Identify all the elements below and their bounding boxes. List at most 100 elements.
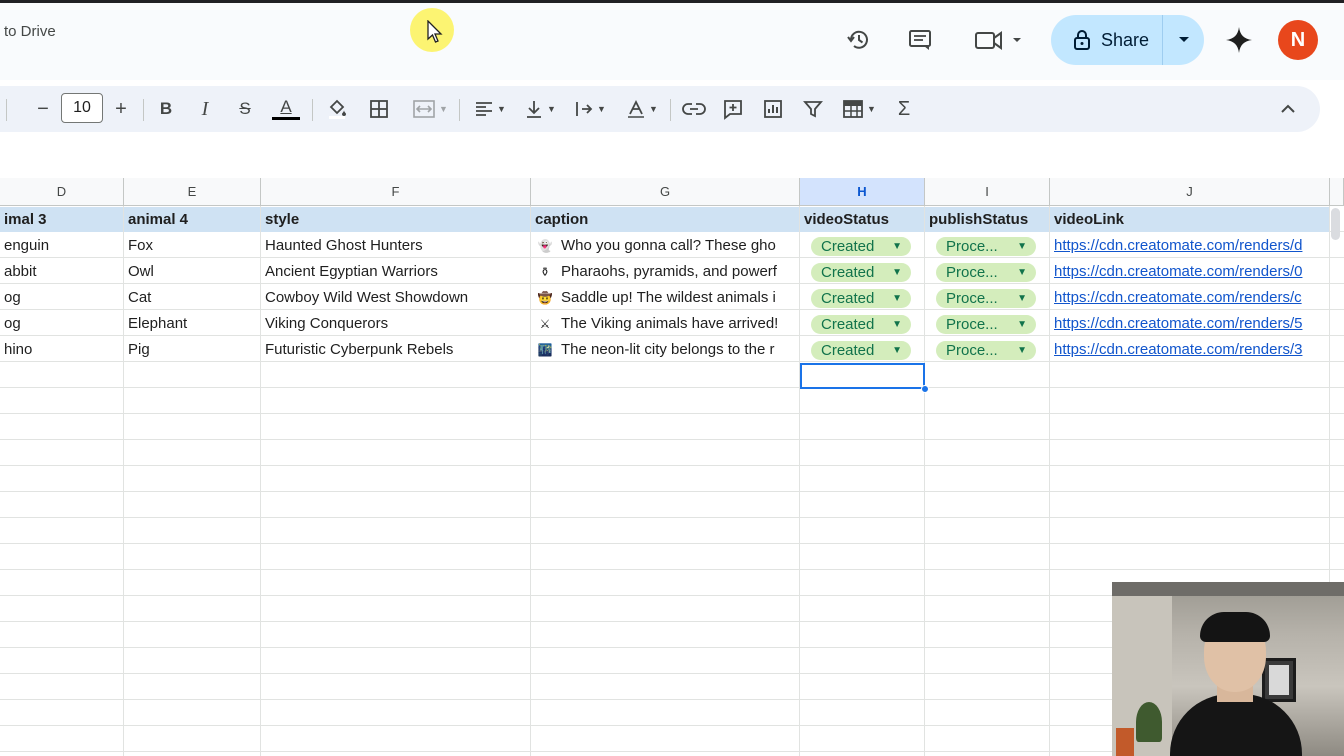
- chip-label: Created: [821, 264, 875, 281]
- header-cell-animal3[interactable]: imal 3: [0, 207, 123, 233]
- cell-animal4[interactable]: Owl: [124, 259, 260, 285]
- cell-animal3[interactable]: og: [0, 311, 123, 337]
- chip-label: Proce...: [946, 264, 998, 281]
- chip-label: Proce...: [946, 290, 998, 307]
- insert-comment-icon[interactable]: [722, 97, 744, 121]
- column-header-j[interactable]: J: [1050, 178, 1330, 206]
- publish-status-chip[interactable]: Proce... ▼: [936, 237, 1036, 256]
- webcam-picture-frame: [1262, 658, 1296, 702]
- cell-animal3[interactable]: abbit: [0, 259, 123, 285]
- chevron-down-icon: ▼: [892, 267, 902, 278]
- vertical-scrollbar-thumb[interactable]: [1331, 208, 1340, 240]
- header-cell-style[interactable]: style: [261, 207, 530, 233]
- video-link[interactable]: https://cdn.creatomate.com/renders/0: [1050, 259, 1329, 285]
- cell-caption[interactable]: 🤠 Saddle up! The wildest animals i: [531, 285, 799, 311]
- chevron-down-icon: ▼: [497, 104, 506, 114]
- publish-status-chip[interactable]: Proce... ▼: [936, 315, 1036, 334]
- insert-chart-icon[interactable]: [762, 97, 784, 121]
- column-header-i[interactable]: I: [925, 178, 1050, 206]
- cell-caption[interactable]: ⚔ The Viking animals have arrived!: [531, 311, 799, 337]
- column-gridline: [924, 206, 925, 756]
- column-header-f[interactable]: F: [261, 178, 531, 206]
- cell-animal4[interactable]: Fox: [124, 233, 260, 259]
- cell-animal4[interactable]: Pig: [124, 337, 260, 363]
- publish-status-chip[interactable]: Proce... ▼: [936, 289, 1036, 308]
- publish-status-chip[interactable]: Proce... ▼: [936, 263, 1036, 282]
- cell-style[interactable]: Viking Conquerors: [261, 311, 530, 337]
- increase-font-size-button[interactable]: +: [112, 97, 130, 121]
- video-link[interactable]: https://cdn.creatomate.com/renders/3: [1050, 337, 1329, 363]
- format-toolbar: − 10 + B I S A ▼ ▼ ▼ ▼ ▼ ▼ Σ: [0, 86, 1320, 132]
- cell-caption[interactable]: 👻 Who you gonna call? These gho: [531, 233, 799, 259]
- cell-caption[interactable]: 🌃 The neon-lit city belongs to the r: [531, 337, 799, 363]
- italic-button[interactable]: I: [196, 97, 214, 121]
- avatar[interactable]: N: [1278, 20, 1318, 60]
- functions-button[interactable]: Σ: [894, 97, 914, 121]
- gemini-icon[interactable]: [1225, 26, 1253, 54]
- cell-style[interactable]: Haunted Ghost Hunters: [261, 233, 530, 259]
- column-header-g[interactable]: G: [531, 178, 800, 206]
- table-view-icon[interactable]: ▼: [838, 97, 880, 121]
- fill-handle[interactable]: [921, 385, 929, 393]
- horizontal-align-icon[interactable]: ▼: [470, 97, 510, 121]
- text-wrapping-icon[interactable]: ▼: [570, 97, 610, 121]
- doc-save-status[interactable]: to Drive: [4, 23, 56, 40]
- video-status-chip[interactable]: Created ▼: [811, 263, 911, 282]
- chip-label: Proce...: [946, 238, 998, 255]
- column-header-d[interactable]: D: [0, 178, 124, 206]
- video-link[interactable]: https://cdn.creatomate.com/renders/d: [1050, 233, 1329, 259]
- chevron-down-icon: ▼: [439, 104, 448, 114]
- cell-animal3[interactable]: og: [0, 285, 123, 311]
- header-cell-videolink[interactable]: videoLink: [1050, 207, 1329, 233]
- share-options-button[interactable]: [1163, 15, 1204, 65]
- video-status-chip[interactable]: Created ▼: [811, 289, 911, 308]
- chip-label: Created: [821, 316, 875, 333]
- toolbar-divider: [670, 99, 671, 121]
- chevron-down-icon: ▼: [1017, 267, 1027, 278]
- cell-style[interactable]: Cowboy Wild West Showdown: [261, 285, 530, 311]
- active-cell-selection[interactable]: [800, 363, 925, 389]
- chevron-down-icon: ▼: [892, 241, 902, 252]
- video-link[interactable]: https://cdn.creatomate.com/renders/c: [1050, 285, 1329, 311]
- header-cell-caption[interactable]: caption: [531, 207, 799, 233]
- header-cell-animal4[interactable]: animal 4: [124, 207, 260, 233]
- cell-animal4[interactable]: Cat: [124, 285, 260, 311]
- filter-icon[interactable]: [802, 97, 824, 121]
- font-size-input[interactable]: 10: [61, 93, 103, 123]
- vertical-align-icon[interactable]: ▼: [520, 97, 560, 121]
- merge-cells-icon[interactable]: ▼: [408, 97, 452, 121]
- column-header-e[interactable]: E: [124, 178, 261, 206]
- collapse-toolbar-icon[interactable]: [1278, 97, 1298, 121]
- text-color-button[interactable]: A: [272, 97, 300, 121]
- decrease-font-size-button[interactable]: −: [34, 97, 52, 121]
- history-icon[interactable]: [845, 26, 873, 54]
- column-header-h[interactable]: H: [800, 178, 925, 206]
- cell-caption[interactable]: ⚱ Pharaohs, pyramids, and powerf: [531, 259, 799, 285]
- text-rotation-icon[interactable]: ▼: [622, 97, 662, 121]
- video-status-chip[interactable]: Created ▼: [811, 341, 911, 360]
- header-cell-publishstatus[interactable]: publishStatus: [925, 207, 1049, 233]
- comment-icon[interactable]: [906, 26, 934, 54]
- video-link[interactable]: https://cdn.creatomate.com/renders/5: [1050, 311, 1329, 337]
- video-status-chip[interactable]: Created ▼: [811, 237, 911, 256]
- share-button[interactable]: Share: [1051, 15, 1163, 65]
- cell-animal3[interactable]: hino: [0, 337, 123, 363]
- strikethrough-button[interactable]: S: [235, 97, 255, 121]
- publish-status-chip[interactable]: Proce... ▼: [936, 341, 1036, 360]
- cell-animal4[interactable]: Elephant: [124, 311, 260, 337]
- header-cell-videostatus[interactable]: videoStatus: [800, 207, 924, 233]
- text-color-label: A: [280, 96, 292, 116]
- chip-label: Proce...: [946, 342, 998, 359]
- fill-color-icon[interactable]: [326, 97, 348, 121]
- cell-animal3[interactable]: enguin: [0, 233, 123, 259]
- borders-icon[interactable]: [368, 97, 390, 121]
- meet-icon[interactable]: [974, 26, 1024, 54]
- cell-style[interactable]: Futuristic Cyberpunk Rebels: [261, 337, 530, 363]
- cell-style[interactable]: Ancient Egyptian Warriors: [261, 259, 530, 285]
- insert-link-icon[interactable]: [682, 97, 706, 121]
- mouse-pointer-icon: [427, 20, 443, 43]
- webcam-overlay: [1112, 582, 1344, 756]
- title-bar: to Drive Share N: [0, 0, 1344, 80]
- video-status-chip[interactable]: Created ▼: [811, 315, 911, 334]
- bold-button[interactable]: B: [157, 97, 175, 121]
